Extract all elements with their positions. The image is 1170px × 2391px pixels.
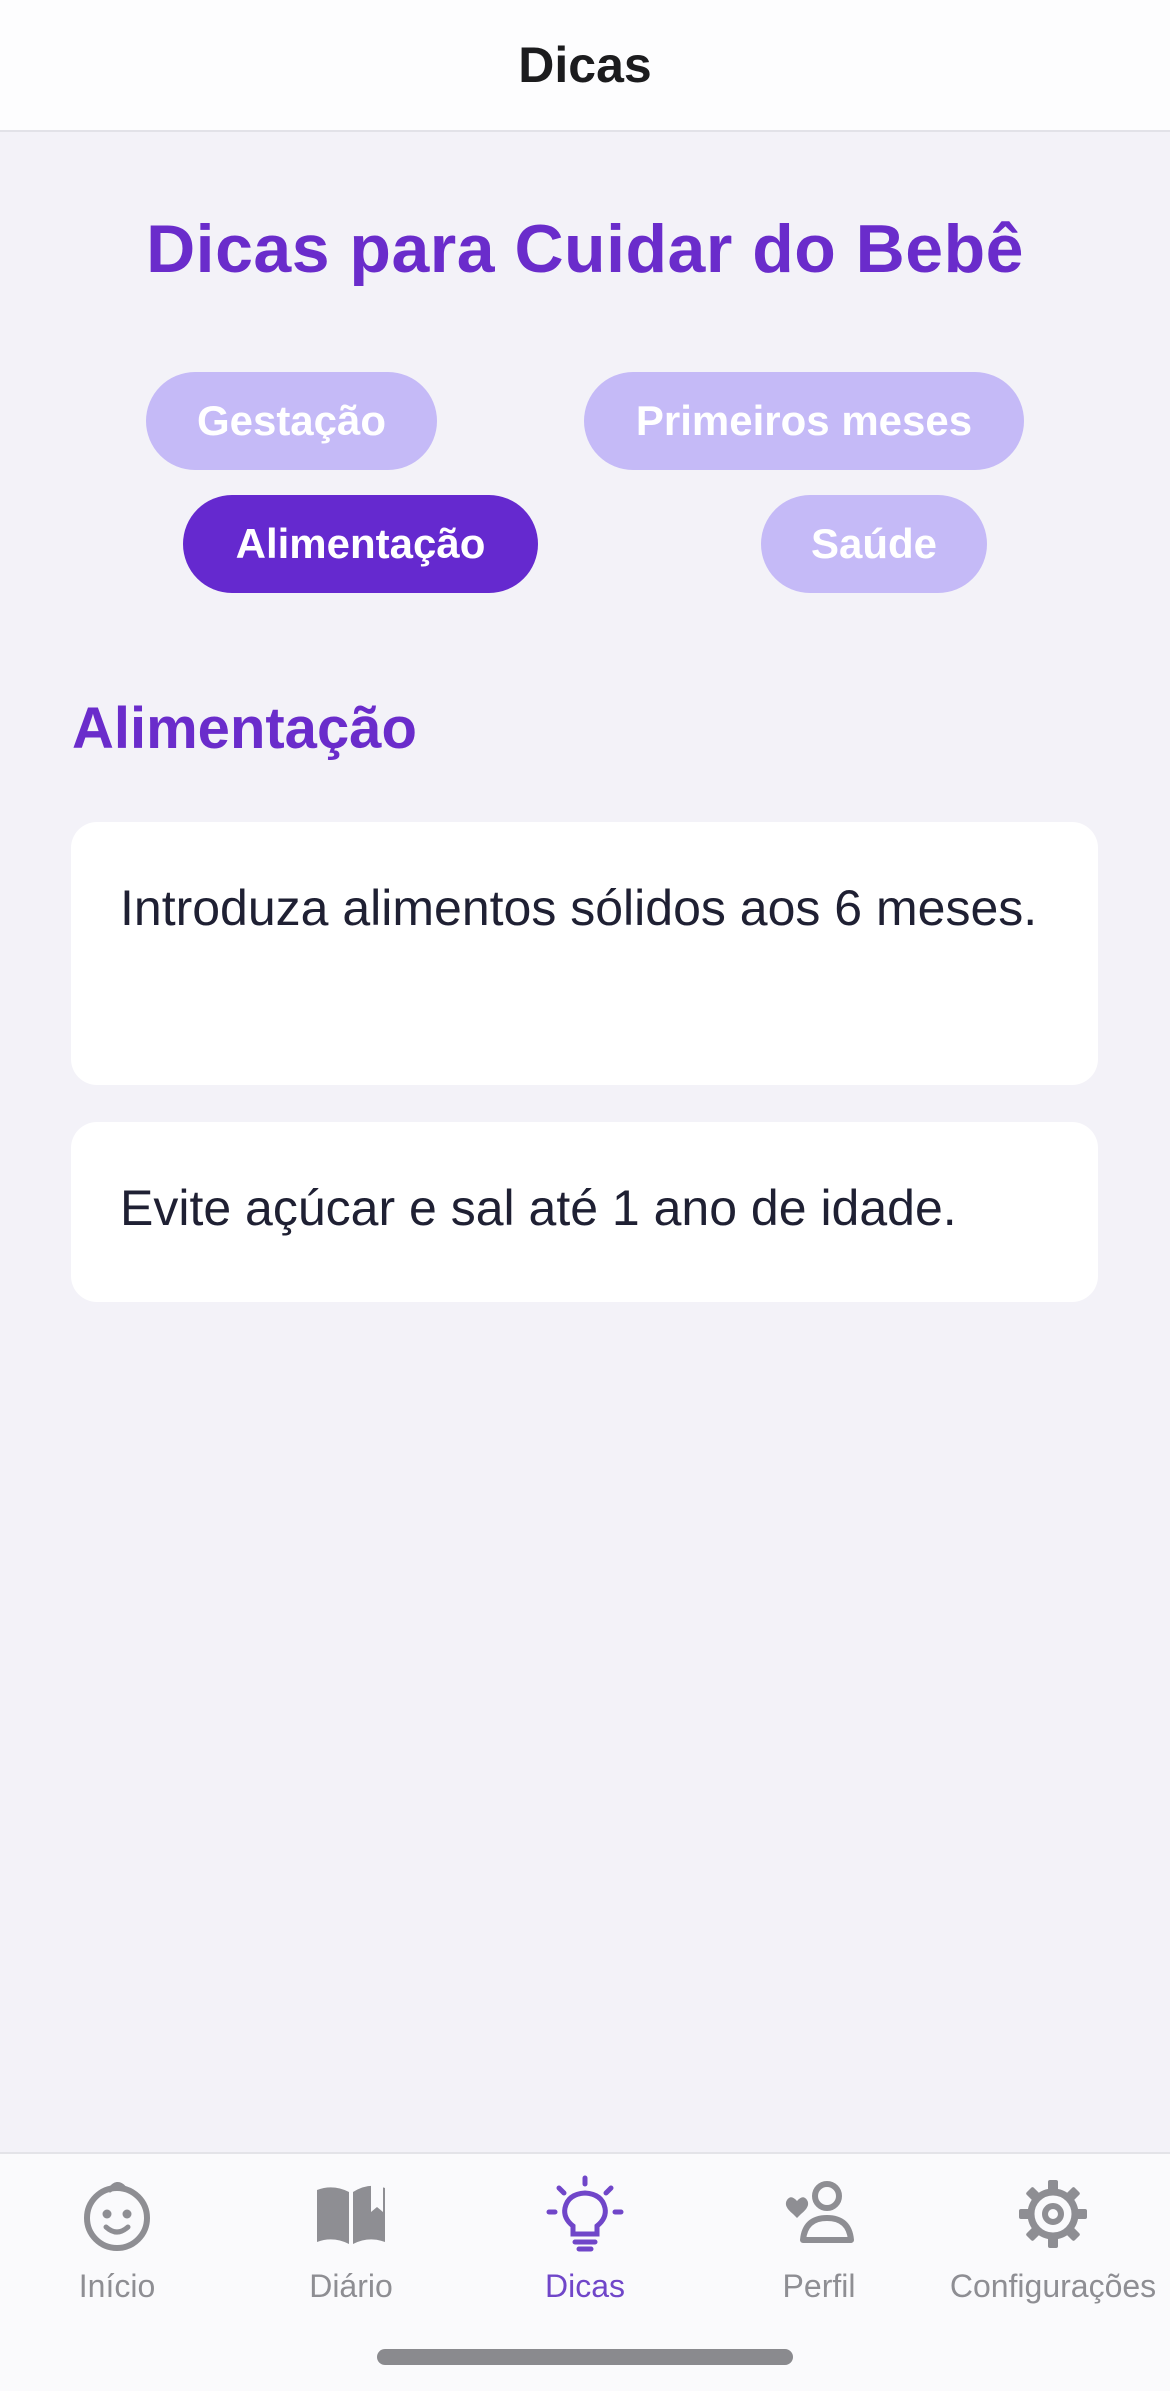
tab-diario[interactable]: Diário [234, 2174, 468, 2334]
category-chip-gestacao[interactable]: Gestação [146, 372, 437, 470]
category-chip-primeiros-meses[interactable]: Primeiros meses [584, 372, 1024, 470]
nav-title: Dicas [518, 37, 652, 93]
lightbulb-icon [546, 2175, 624, 2252]
tip-text: Evite açúcar e sal até 1 ano de idade. [120, 1180, 957, 1236]
tip-text: Introduza alimentos sólidos aos 6 meses. [120, 880, 1038, 936]
book-icon [317, 2184, 385, 2244]
home-indicator [377, 2349, 793, 2365]
tip-card: Evite açúcar e sal até 1 ano de idade. [71, 1122, 1098, 1302]
tab-inicio[interactable]: Início [0, 2174, 234, 2334]
section-title: Alimentação [72, 696, 417, 761]
person-heart-icon [785, 2181, 854, 2243]
category-chip-saude[interactable]: Saúde [761, 495, 987, 593]
tab-label: Configurações [949, 2268, 1157, 2304]
tab-dicas[interactable]: Dicas [468, 2174, 702, 2334]
nav-bar: Dicas [0, 0, 1170, 132]
page-title: Dicas para Cuidar do Bebê [146, 211, 1024, 287]
tab-configuracoes[interactable]: Configurações [936, 2174, 1170, 2334]
screen: Dicas Dicas para Cuidar do Bebê Gestação… [0, 0, 1170, 2391]
baby-face-icon [84, 2182, 150, 2251]
tab-label: Diário [309, 2268, 393, 2304]
category-chip-alimentacao[interactable]: Alimentação [183, 495, 538, 593]
tip-card: Introduza alimentos sólidos aos 6 meses. [71, 822, 1098, 1085]
tab-label: Perfil [782, 2268, 856, 2304]
gear-icon [1019, 2180, 1087, 2248]
tab-label: Dicas [544, 2268, 625, 2304]
tab-perfil[interactable]: Perfil [702, 2174, 936, 2334]
tab-label: Início [78, 2268, 156, 2304]
